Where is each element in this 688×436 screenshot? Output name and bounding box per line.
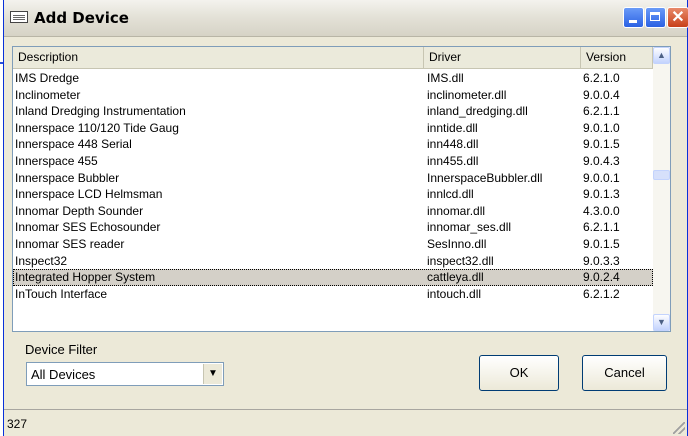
table-row[interactable]: Integrated Hopper System cattleya.dll 9.0.… <box>13 269 653 286</box>
cell-description: Inclinometer <box>15 87 81 102</box>
cell-version: 9.0.3.3 <box>583 253 620 268</box>
column-header-driver[interactable]: Driver <box>424 47 581 69</box>
device-list[interactable]: Description Driver Version IMS Dredge IMS… <box>12 46 671 332</box>
cell-version: 9.0.2.4 <box>583 270 620 285</box>
keyboard-icon <box>10 11 28 23</box>
cell-description: Innomar Depth Sounder <box>15 203 144 218</box>
minimize-button[interactable] <box>623 7 644 28</box>
cell-description: Innomar SES Echosounder <box>15 220 161 235</box>
table-row[interactable]: Innerspace 455 inn455.dll 9.0.4.3 <box>13 153 653 170</box>
cell-version: 6.2.1.1 <box>583 220 620 235</box>
scroll-up-button[interactable]: ▲ <box>653 47 670 64</box>
cell-version: 9.0.0.1 <box>583 170 620 185</box>
cell-driver: inclinometer.dll <box>427 87 507 102</box>
status-bar: 327 <box>4 409 687 436</box>
close-icon: ✕ <box>671 9 685 26</box>
cell-version: 9.0.4.3 <box>583 153 620 168</box>
cell-driver: intouch.dll <box>427 286 482 301</box>
table-row[interactable]: Innomar Depth Sounder innomar.dll 4.3.0.0 <box>13 203 653 220</box>
cell-version: 9.0.0.4 <box>583 87 620 102</box>
close-button[interactable]: ✕ <box>667 7 688 28</box>
list-header: Description Driver Version <box>13 47 653 69</box>
cell-version: 6.2.1.1 <box>583 104 620 119</box>
cell-driver: inland_dredging.dll <box>427 104 528 119</box>
cell-version: 9.0.1.5 <box>583 236 620 251</box>
device-filter-select[interactable]: All Devices ▼ <box>26 362 224 386</box>
cell-description: Inspect32 <box>15 253 68 268</box>
dropdown-arrow-icon[interactable]: ▼ <box>203 364 222 384</box>
ok-button[interactable]: OK <box>479 355 559 391</box>
device-count: 327 <box>7 417 28 431</box>
device-filter-label: Device Filter <box>25 342 98 357</box>
cell-description: Innerspace 110/120 Tide Gaug <box>15 120 179 135</box>
title-bar[interactable]: Add Device ✕ <box>4 0 688 37</box>
cell-version: 4.3.0.0 <box>583 203 620 218</box>
table-row[interactable]: Innerspace 110/120 Tide Gaug inntide.dll 9… <box>13 120 653 137</box>
scroll-down-button[interactable]: ▼ <box>653 314 670 331</box>
cell-driver: inntide.dll <box>427 120 478 135</box>
cell-description: Innerspace LCD Helmsman <box>15 187 163 202</box>
table-row[interactable]: Inspect32 inspect32.dll 9.0.3.3 <box>13 253 653 270</box>
maximize-button[interactable] <box>645 7 666 28</box>
table-row[interactable]: Inland Dredging Instrumentation inland_dr… <box>13 103 653 120</box>
scroll-thumb[interactable] <box>653 170 670 180</box>
cell-driver: inn448.dll <box>427 137 479 152</box>
column-header-version[interactable]: Version <box>581 47 653 69</box>
cell-description: Innomar SES reader <box>15 236 125 251</box>
cell-description: InTouch Interface <box>15 286 108 301</box>
cell-version: 9.0.1.5 <box>583 137 620 152</box>
add-device-dialog: Add Device ✕ Description Driver Version … <box>3 0 688 436</box>
column-header-description[interactable]: Description <box>13 47 424 69</box>
cell-version: 9.0.1.0 <box>583 120 620 135</box>
list-rows: IMS Dredge IMS.dll 6.2.1.0 Inclinometer incl… <box>13 70 653 302</box>
cell-description: Innerspace Bubbler <box>15 170 120 185</box>
cell-description: Integrated Hopper System <box>15 270 156 285</box>
cell-driver: inn455.dll <box>427 153 479 168</box>
table-row[interactable]: Inclinometer inclinometer.dll 9.0.0.4 <box>13 87 653 104</box>
table-row[interactable]: Innerspace 448 Serial inn448.dll 9.0.1.5 <box>13 136 653 153</box>
cell-description: Innerspace 455 <box>15 153 98 168</box>
cell-description: Inland Dredging Instrumentation <box>15 104 186 119</box>
cell-version: 9.0.1.3 <box>583 187 620 202</box>
cell-driver: SesInno.dll <box>427 236 487 251</box>
cell-driver: IMS.dll <box>427 71 464 85</box>
table-row[interactable]: Innerspace LCD Helmsman innlcd.dll 9.0.1.3 <box>13 186 653 203</box>
cell-description: Innerspace 448 Serial <box>15 137 132 152</box>
table-row[interactable]: Innomar SES reader SesInno.dll 9.0.1.5 <box>13 236 653 253</box>
cell-version: 6.2.1.2 <box>583 286 620 301</box>
cancel-button[interactable]: Cancel <box>582 355 667 391</box>
cell-driver: innomar_ses.dll <box>427 220 512 235</box>
cell-driver: innomar.dll <box>427 203 486 218</box>
cell-driver: InnerspaceBubbler.dll <box>427 170 543 185</box>
cell-driver: inspect32.dll <box>427 253 494 268</box>
table-row[interactable]: Innomar SES Echosounder innomar_ses.dll 6.… <box>13 219 653 236</box>
cell-driver: cattleya.dll <box>427 270 484 285</box>
cell-driver: innlcd.dll <box>427 187 474 202</box>
table-row[interactable]: IMS Dredge IMS.dll 6.2.1.0 <box>13 70 653 87</box>
table-row[interactable]: InTouch Interface intouch.dll 6.2.1.2 <box>13 286 653 303</box>
table-row[interactable]: Innerspace Bubbler InnerspaceBubbler.dll 9… <box>13 170 653 187</box>
device-filter-value: All Devices <box>31 367 96 382</box>
resize-grip-icon[interactable] <box>673 422 685 434</box>
cell-description: IMS Dredge <box>15 71 80 85</box>
window-title: Add Device <box>34 9 129 27</box>
vertical-scrollbar[interactable]: ▲ ▼ <box>653 47 670 331</box>
cell-version: 6.2.1.0 <box>583 71 620 85</box>
